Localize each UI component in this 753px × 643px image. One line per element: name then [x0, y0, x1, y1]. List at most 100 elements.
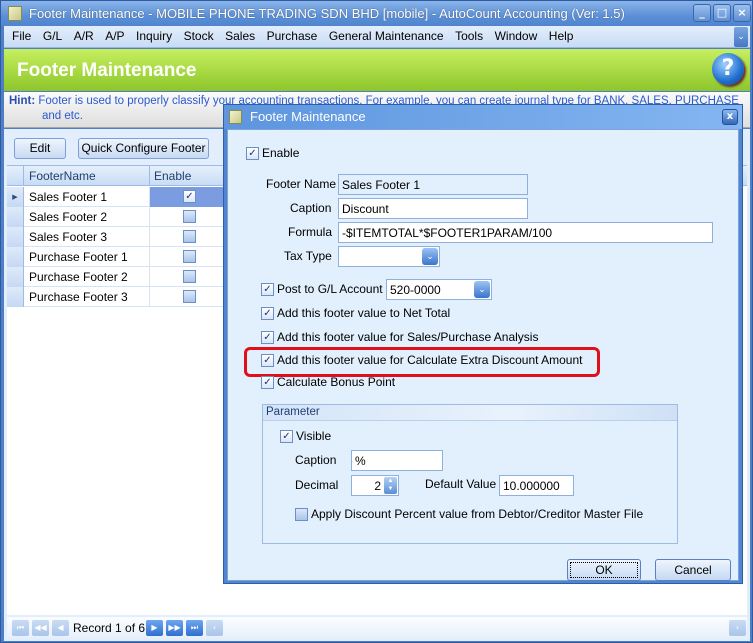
menu-purchase[interactable]: Purchase	[267, 26, 318, 43]
enable-row-checkbox[interactable]	[183, 290, 196, 303]
extra-discount-checkbox[interactable]: ✓	[261, 354, 274, 367]
main-window: Footer Maintenance - MOBILE PHONE TRADIN…	[0, 0, 753, 643]
footer-maintenance-dialog: Footer Maintenance x ✓ Enable Footer Nam…	[223, 104, 743, 584]
table-row[interactable]: ▶ Sales Footer 1 ✓	[7, 187, 227, 207]
menu-bar: File G/L A/R A/P Inquiry Stock Sales Pur…	[4, 26, 750, 48]
enable-cell	[149, 247, 227, 267]
record-navigator: ⏮ ◀◀ ◀ Record 1 of 6 ▶ ▶▶ ⏭ ‹ ›	[7, 617, 747, 639]
enable-row-checkbox[interactable]	[183, 230, 196, 243]
dialog-close-button[interactable]: x	[722, 109, 738, 125]
net-total-checkbox[interactable]: ✓	[261, 307, 274, 320]
row-indicator	[7, 207, 24, 227]
menu-sales[interactable]: Sales	[225, 26, 255, 43]
quick-configure-footer-button[interactable]: Quick Configure Footer	[78, 138, 209, 159]
prev-page-button[interactable]: ◀◀	[32, 620, 49, 636]
first-record-button[interactable]: ⏮	[12, 620, 29, 636]
decimal-stepper[interactable]: 2 ▲ ▼	[351, 475, 399, 496]
minimize-button[interactable]: _	[693, 4, 711, 22]
menu-ar[interactable]: A/R	[74, 26, 94, 43]
help-icon[interactable]: ?	[712, 53, 744, 85]
default-value-field[interactable]: 10.000000	[499, 475, 574, 496]
chevron-down-icon[interactable]: ⌄	[474, 281, 490, 298]
menu-inquiry[interactable]: Inquiry	[136, 26, 172, 43]
maximize-button[interactable]: □	[713, 4, 731, 22]
enable-checkbox[interactable]: ✓	[246, 147, 259, 160]
enable-cell	[149, 227, 227, 247]
row-indicator: ▶	[7, 187, 24, 207]
column-header-enable[interactable]: Enable	[154, 169, 191, 183]
decimal-value: 2	[374, 479, 381, 493]
table-row[interactable]: Sales Footer 2	[7, 207, 227, 227]
menu-window[interactable]: Window	[495, 26, 538, 43]
edit-button[interactable]: Edit	[14, 138, 66, 159]
menu-ap[interactable]: A/P	[105, 26, 124, 43]
enable-cell: ✓	[149, 187, 227, 207]
gl-account-dropdown[interactable]: 520-0000 ⌄	[386, 279, 492, 300]
table-row[interactable]: Purchase Footer 1	[7, 247, 227, 267]
column-header-footername[interactable]: FooterName	[29, 169, 96, 183]
record-counter: Record 1 of 6	[73, 621, 146, 635]
next-record-button[interactable]: ▶	[146, 620, 163, 636]
footer-name-label: Footer Name	[266, 177, 337, 191]
menu-general-maintenance[interactable]: General Maintenance	[329, 26, 444, 43]
scroll-right-button[interactable]: ›	[729, 620, 746, 636]
row-indicator	[7, 227, 24, 247]
tax-type-label: Tax Type	[284, 249, 332, 263]
analysis-checkbox[interactable]: ✓	[261, 331, 274, 344]
cancel-button[interactable]: Cancel	[655, 559, 731, 581]
enable-row-checkbox[interactable]	[183, 250, 196, 263]
enable-label: Enable	[262, 146, 300, 160]
table-row[interactable]: Purchase Footer 3	[7, 287, 227, 307]
row-indicator	[7, 247, 24, 267]
visible-checkbox[interactable]: ✓	[280, 430, 293, 443]
footer-name-cell: Purchase Footer 2	[29, 270, 128, 284]
enable-cell	[149, 207, 227, 227]
footer-name-field[interactable]: Sales Footer 1	[338, 174, 528, 195]
menu-help[interactable]: Help	[549, 26, 574, 43]
caption-field[interactable]: Discount	[338, 198, 528, 219]
apply-discount-label: Apply Discount Percent value from Debtor…	[311, 507, 644, 521]
post-gl-label: Post to G/L Account	[277, 282, 383, 296]
enable-cell	[149, 287, 227, 307]
close-button[interactable]: ×	[733, 4, 751, 22]
dialog-icon	[229, 110, 242, 124]
bonus-point-checkbox[interactable]: ✓	[261, 376, 274, 389]
decimal-label: Decimal	[295, 478, 339, 492]
enable-row-checkbox[interactable]	[183, 270, 196, 283]
menu-stock[interactable]: Stock	[184, 26, 214, 43]
enable-row-checkbox[interactable]: ✓	[183, 190, 196, 203]
row-indicator	[7, 267, 24, 287]
tax-type-dropdown[interactable]: ⌄	[338, 246, 440, 267]
enable-cell	[149, 267, 227, 287]
formula-field[interactable]: -$ITEMTOTAL*$FOOTER1PARAM/100	[338, 222, 713, 243]
menu-tools[interactable]: Tools	[455, 26, 483, 43]
footer-name-cell: Purchase Footer 3	[29, 290, 128, 304]
title-bar: Footer Maintenance - MOBILE PHONE TRADIN…	[1, 1, 752, 26]
table-row[interactable]: Sales Footer 3	[7, 227, 227, 247]
spinner-icon[interactable]: ▲ ▼	[384, 477, 397, 494]
post-gl-checkbox[interactable]: ✓	[261, 283, 274, 296]
caption-label: Caption	[290, 201, 332, 215]
menu-gl[interactable]: G/L	[43, 26, 62, 43]
visible-label: Visible	[296, 429, 332, 443]
enable-row-checkbox[interactable]	[183, 210, 196, 223]
scroll-left-button[interactable]: ‹	[206, 620, 223, 636]
last-record-button[interactable]: ⏭	[186, 620, 203, 636]
header-indicator	[7, 166, 24, 186]
chevron-down-icon[interactable]: ⌄	[734, 27, 748, 47]
hint-label: Hint:	[9, 95, 36, 107]
table-row[interactable]: Purchase Footer 2	[7, 267, 227, 287]
page-header: Footer Maintenance ?	[4, 49, 750, 91]
app-icon	[8, 6, 22, 21]
ok-button[interactable]: OK	[567, 559, 641, 581]
footer-name-cell: Sales Footer 1	[29, 190, 108, 204]
next-page-button[interactable]: ▶▶	[166, 620, 183, 636]
apply-discount-checkbox[interactable]	[295, 508, 308, 521]
param-caption-label: Caption	[295, 453, 337, 467]
chevron-down-icon[interactable]: ⌄	[422, 248, 438, 265]
dialog-title: Footer Maintenance	[250, 109, 366, 124]
menu-file[interactable]: File	[12, 26, 31, 43]
prev-record-button[interactable]: ◀	[52, 620, 69, 636]
param-caption-field[interactable]: %	[351, 450, 443, 471]
extra-discount-label: Add this footer value for Calculate Extr…	[277, 353, 583, 367]
